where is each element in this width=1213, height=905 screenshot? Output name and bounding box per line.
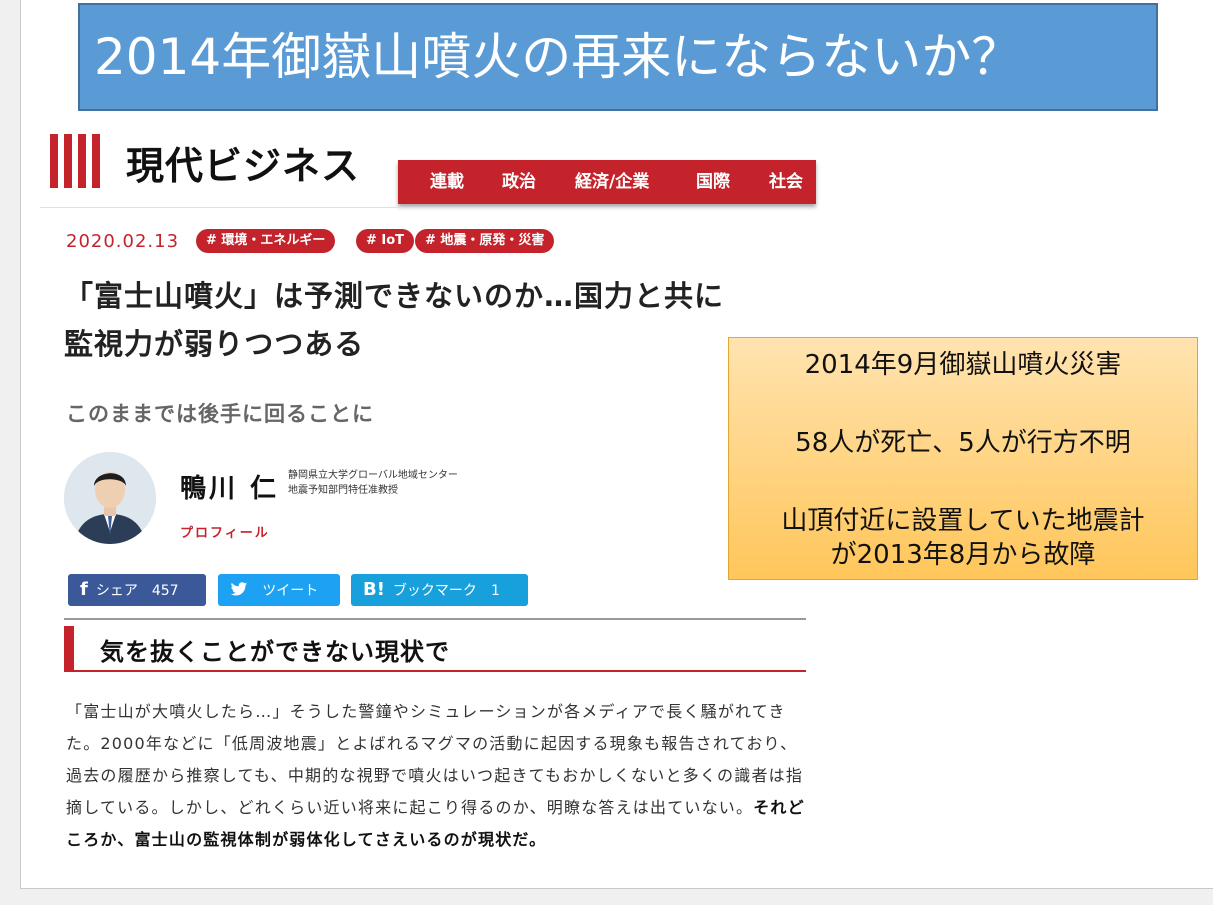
hatena-bookmark-button[interactable]: B! ブックマーク 1 (351, 574, 528, 606)
hatena-bookmark-label: ブックマーク (392, 583, 477, 599)
affiliation-line-2: 地震予知部門特任准教授 (288, 485, 398, 496)
author-affiliation: 静岡県立大学グローバル地域センター 地震予知部門特任准教授 (288, 468, 458, 498)
article-subheadline: このままでは後手に回ることに (66, 402, 374, 426)
twitter-share-label: ツイート (262, 583, 319, 599)
author-name[interactable]: 鴨川 仁 (180, 468, 279, 505)
section-heading: 気を抜くことができない現状で (100, 638, 450, 666)
article-date: 2020.02.13 (66, 231, 180, 252)
nav-item-society[interactable]: 社会 (769, 160, 803, 204)
site-nav: 連載 政治 経済/企業 国際 社会 (398, 160, 816, 204)
nav-item-serial[interactable]: 連載 (430, 160, 464, 204)
site-logo-text: 現代ビジネス (126, 143, 361, 188)
twitter-bird-icon (230, 579, 254, 600)
callout-line-4: が2013年8月から故障 (830, 540, 1096, 570)
callout-line-1: 2014年9月御嶽山噴火災害 (804, 350, 1122, 380)
site-logo-mark (50, 134, 110, 188)
callout-line-2: 58人が死亡、5人が行方不明 (795, 428, 1131, 458)
tag-iot[interactable]: # IoT (356, 229, 415, 253)
facebook-share-count: 457 (151, 583, 179, 599)
header-divider (40, 207, 810, 208)
person-icon (64, 452, 156, 544)
section-divider-top (64, 618, 806, 620)
section-divider-bottom (64, 670, 806, 672)
profile-link[interactable]: プロフィール (180, 522, 270, 541)
nav-item-politics[interactable]: 政治 (502, 160, 536, 204)
nav-item-international[interactable]: 国際 (696, 160, 730, 204)
article-body: 「富士山が大噴火したら…」そうした警鐘やシミュレーションが各メディアで長く騒がれ… (66, 696, 808, 856)
hatena-bookmark-count: 1 (490, 583, 500, 599)
hatena-bookmark-icon: B! (363, 579, 385, 600)
twitter-share-button[interactable]: ツイート (218, 574, 340, 606)
facebook-icon: f (80, 579, 88, 600)
slide-title: 2014年御嶽山噴火の再来にならないか？ (78, 3, 1158, 111)
facebook-share-label: シェア (95, 583, 138, 599)
affiliation-line-1: 静岡県立大学グローバル地域センター (288, 470, 458, 481)
facebook-share-button[interactable]: f シェア 457 (68, 574, 206, 606)
headline-line-1: 「富士山噴火」は予測できないのか…国力と共に (64, 279, 725, 313)
tag-earthquake[interactable]: # 地震・原発・災害 (415, 229, 555, 253)
tag-environment[interactable]: # 環境・エネルギー (196, 229, 336, 253)
callout-box: 2014年9月御嶽山噴火災害 58人が死亡、5人が行方不明 山頂付近に設置してい… (728, 337, 1198, 580)
section-marker (64, 626, 74, 670)
body-text-normal: 「富士山が大噴火したら…」そうした警鐘やシミュレーションが各メディアで長く騒がれ… (66, 702, 804, 817)
author-avatar[interactable] (64, 452, 156, 544)
nav-item-economy[interactable]: 経済/企業 (575, 160, 649, 204)
callout-line-3: 山頂付近に設置していた地震計 (781, 506, 1145, 536)
article-headline: 「富士山噴火」は予測できないのか…国力と共に 監視力が弱りつつある (64, 272, 824, 368)
headline-line-2: 監視力が弱りつつある (64, 327, 365, 361)
